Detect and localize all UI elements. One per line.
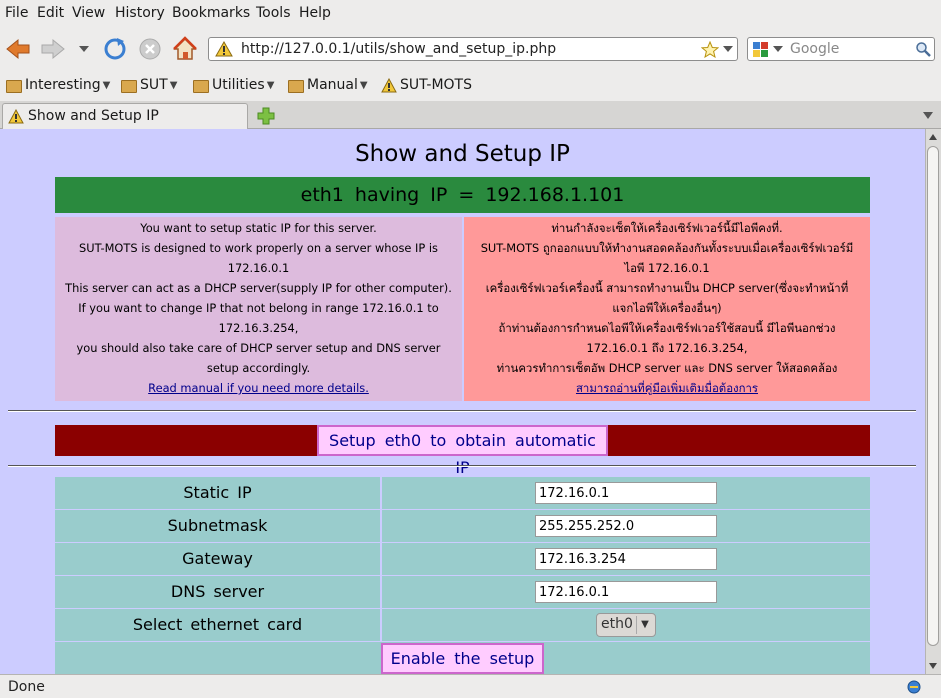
- menu-edit[interactable]: Edit: [37, 5, 64, 21]
- tab-list-dropdown-icon[interactable]: [922, 111, 934, 121]
- menu-tools[interactable]: Tools: [256, 5, 291, 21]
- info-line: You want to setup static IP for this ser…: [140, 221, 377, 235]
- scroll-up-icon[interactable]: [928, 133, 938, 141]
- info-line: 172.16.0.1: [227, 261, 290, 275]
- bookmark-manual[interactable]: Manual ▼: [288, 77, 368, 93]
- divider: [8, 465, 916, 467]
- history-dropdown-icon[interactable]: [78, 43, 90, 55]
- bookmark-interesting[interactable]: Interesting ▼: [6, 77, 110, 93]
- search-bar[interactable]: Google: [747, 37, 935, 61]
- warning-icon: [8, 109, 24, 124]
- address-url: http://127.0.0.1/utils/show_and_setup_ip…: [241, 41, 557, 57]
- divider: [8, 410, 916, 412]
- info-line: ถ้าท่านต้องการกำหนดไอพีให้เครื่องเซิร์ฟเ…: [498, 321, 836, 335]
- search-placeholder: Google: [790, 41, 840, 57]
- info-line: This server can act as a DHCP server(sup…: [65, 281, 452, 295]
- static-ip-row: Static IP: [55, 477, 870, 509]
- dns-label: DNS server: [55, 576, 380, 608]
- bookmark-sut[interactable]: SUT ▼: [121, 77, 177, 93]
- static-ip-input[interactable]: [535, 482, 717, 504]
- info-line: SUT-MOTS is designed to work properly on…: [79, 241, 438, 255]
- info-line: ไอพี 172.16.0.1: [624, 261, 710, 275]
- subnet-label: Subnetmask: [55, 510, 380, 542]
- warning-icon: [215, 41, 233, 57]
- page-content: Show and Setup IP eth1 having IP = 192.1…: [0, 129, 925, 674]
- home-icon[interactable]: [172, 36, 198, 62]
- read-manual-link-thai[interactable]: สามารถอ่านที่คู่มือเพิ่มเติมมื่อต้องการ: [576, 381, 758, 395]
- tab-show-and-setup-ip[interactable]: Show and Setup IP: [2, 103, 248, 129]
- scroll-down-icon[interactable]: [928, 662, 938, 670]
- address-bar[interactable]: http://127.0.0.1/utils/show_and_setup_ip…: [208, 37, 738, 61]
- info-line: ท่านกำลังจะเซ็ตให้เครื่องเซิร์ฟเวอร์นี้ม…: [551, 221, 783, 235]
- chevron-down-icon: ▼: [636, 616, 653, 634]
- status-bar: Done: [0, 674, 941, 698]
- search-engine-dropdown-icon[interactable]: [773, 45, 783, 53]
- info-line: SUT-MOTS ถูกออกแบบให้ทำงานสอดคล้องกันทั้…: [480, 241, 854, 255]
- read-manual-link[interactable]: Read manual if you need more details.: [148, 381, 369, 395]
- bookmark-utilities[interactable]: Utilities ▼: [193, 77, 274, 93]
- enable-setup-button[interactable]: Enable the setup: [381, 643, 544, 674]
- info-line: If you want to change IP that not belong…: [78, 301, 439, 315]
- gateway-input[interactable]: [535, 548, 717, 570]
- dns-input[interactable]: [535, 581, 717, 603]
- url-dropdown-icon[interactable]: [723, 45, 733, 53]
- subnet-input[interactable]: [535, 515, 717, 537]
- bookmark-sut-mots[interactable]: SUT-MOTS: [381, 77, 472, 93]
- menu-view[interactable]: View: [72, 5, 105, 21]
- submit-row: Enable the setup: [55, 642, 870, 674]
- search-icon[interactable]: [915, 41, 931, 57]
- scrollbar-thumb[interactable]: [927, 146, 939, 646]
- folder-icon: [288, 79, 304, 93]
- dns-row: DNS server: [55, 576, 870, 608]
- info-line: you should also take care of DHCP server…: [76, 341, 441, 355]
- back-arrow-icon[interactable]: [5, 37, 31, 61]
- addon-status-icon[interactable]: [906, 679, 922, 695]
- new-tab-plus-icon[interactable]: [257, 107, 275, 125]
- ip-banner: eth1 having IP = 192.168.1.101: [55, 177, 870, 213]
- tab-title: Show and Setup IP: [28, 108, 159, 124]
- setup-automatic-ip-button[interactable]: Setup eth0 to obtain automatic IP: [317, 425, 608, 477]
- english-info-panel: You want to setup static IP for this ser…: [55, 217, 462, 401]
- folder-icon: [193, 79, 209, 93]
- menu-bar: File Edit View History Bookmarks Tools H…: [0, 0, 941, 28]
- gateway-label: Gateway: [55, 543, 380, 575]
- menu-history[interactable]: History: [115, 5, 165, 21]
- info-line: 172.16.3.254,: [218, 321, 299, 335]
- info-line: setup accordingly.: [206, 361, 311, 375]
- static-ip-label: Static IP: [55, 477, 380, 509]
- google-icon: [753, 42, 768, 57]
- menu-help[interactable]: Help: [299, 5, 331, 21]
- ethernet-card-row: Select ethernet card eth0 ▼: [55, 609, 870, 641]
- subnet-row: Subnetmask: [55, 510, 870, 542]
- ethernet-card-value: eth0: [601, 616, 633, 632]
- gateway-row: Gateway: [55, 543, 870, 575]
- info-line: เครื่องเซิร์ฟเวอร์เครื่องนี้ สามารถทำงาน…: [485, 281, 849, 295]
- info-line: แจกไอพีให้เครื่องอื่นๆ): [612, 301, 722, 315]
- reload-icon[interactable]: [103, 37, 127, 61]
- info-line: ท่านควรทำการเซ็ตอัพ DHCP server และ DNS …: [496, 361, 838, 375]
- info-line: 172.16.0.1 ถึง 172.16.3.254,: [586, 341, 748, 355]
- status-text: Done: [8, 679, 45, 695]
- forward-arrow-icon[interactable]: [40, 37, 66, 61]
- thai-info-panel: ท่านกำลังจะเซ็ตให้เครื่องเซิร์ฟเวอร์นี้ม…: [464, 217, 870, 401]
- page-title: Show and Setup IP: [355, 141, 570, 167]
- stop-icon[interactable]: [138, 37, 162, 61]
- folder-icon: [6, 79, 22, 93]
- warning-icon: [381, 77, 397, 92]
- ethernet-card-label: Select ethernet card: [55, 609, 380, 641]
- menu-bookmarks[interactable]: Bookmarks: [172, 5, 250, 21]
- ethernet-card-select[interactable]: eth0 ▼: [596, 613, 656, 637]
- folder-icon: [121, 79, 137, 93]
- menu-file[interactable]: File: [5, 5, 28, 21]
- bookmark-star-icon[interactable]: [701, 41, 719, 58]
